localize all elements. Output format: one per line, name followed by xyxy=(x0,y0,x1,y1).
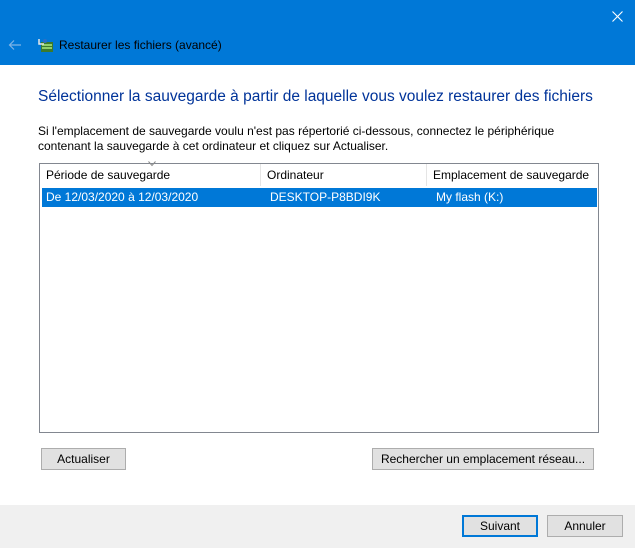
browse-network-button[interactable]: Rechercher un emplacement réseau... xyxy=(372,448,594,470)
table-row[interactable]: De 12/03/2020 à 12/03/2020 DESKTOP-P8BDI… xyxy=(42,188,597,207)
close-icon xyxy=(611,10,623,22)
window-title: Restaurer les fichiers (avancé) xyxy=(59,38,222,52)
cancel-button[interactable]: Annuler xyxy=(547,515,623,537)
next-button[interactable]: Suivant xyxy=(462,515,538,537)
cell-computer: DESKTOP-P8BDI9K xyxy=(270,190,381,204)
page-heading: Sélectionner la sauvegarde à partir de l… xyxy=(38,88,593,105)
back-button[interactable] xyxy=(6,37,24,53)
refresh-button[interactable]: Actualiser xyxy=(41,448,126,470)
footer-bar: Suivant Annuler xyxy=(0,505,635,548)
cell-location: My flash (K:) xyxy=(436,190,504,204)
title-bar: Restaurer les fichiers (avancé) xyxy=(0,0,635,65)
list-header: Période de sauvegarde Ordinateur Emplace… xyxy=(40,161,598,186)
column-header-computer[interactable]: Ordinateur xyxy=(261,164,427,186)
close-button[interactable] xyxy=(599,0,635,32)
column-header-period[interactable]: Période de sauvegarde xyxy=(40,164,261,186)
main-content: Sélectionner la sauvegarde à partir de l… xyxy=(0,65,635,505)
back-arrow-icon xyxy=(8,40,21,50)
backup-restore-icon xyxy=(38,39,53,52)
column-header-location[interactable]: Emplacement de sauvegarde xyxy=(427,164,598,186)
backup-list[interactable]: Période de sauvegarde Ordinateur Emplace… xyxy=(39,161,599,433)
instructions-text: Si l'emplacement de sauvegarde voulu n'e… xyxy=(38,124,555,153)
cell-period: De 12/03/2020 à 12/03/2020 xyxy=(46,190,199,204)
